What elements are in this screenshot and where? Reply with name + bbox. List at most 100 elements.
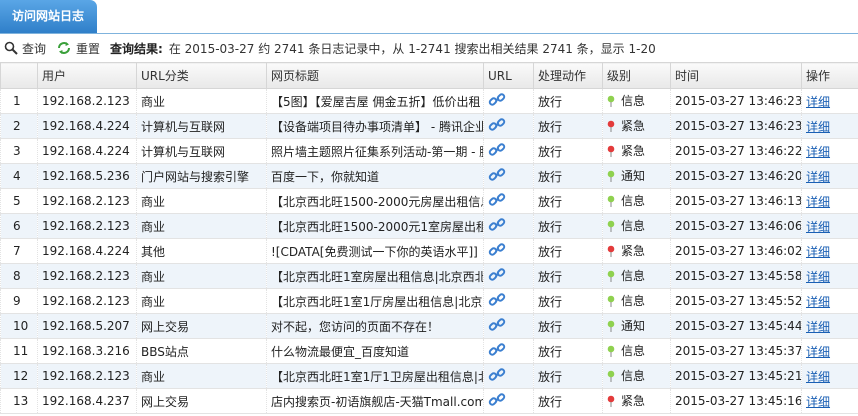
row-url	[483, 338, 534, 364]
detail-link[interactable]: 详细	[806, 145, 830, 159]
detail-link[interactable]: 详细	[806, 270, 830, 284]
row-url	[483, 163, 534, 189]
table-row: 12 192.168.2.123 商业 【北京西北旺1室1厅1卫房屋出租信息|北 放行 信…	[0, 363, 858, 389]
row-index: 4	[0, 163, 38, 189]
row-operation: 详细	[801, 163, 858, 189]
level-pin-icon	[607, 245, 615, 257]
link-icon[interactable]	[488, 242, 506, 261]
row-time: 2015-03-27 13:46:13	[670, 188, 802, 214]
level-pin-icon	[607, 220, 615, 232]
row-category: 商业	[136, 213, 267, 239]
row-action: 放行	[533, 313, 603, 339]
row-level: 信息	[602, 213, 671, 239]
col-header-level[interactable]: 级别	[602, 62, 671, 89]
row-operation: 详细	[801, 363, 858, 389]
level-pin-icon	[607, 145, 615, 157]
link-icon[interactable]	[488, 292, 506, 311]
row-index: 2	[0, 113, 38, 139]
detail-link[interactable]: 详细	[806, 245, 830, 259]
toolbar: 查询 重置 查询结果: 在 2015-03-27 约 2741 条日志记录中，从…	[0, 34, 858, 62]
row-user: 192.168.4.224	[37, 113, 137, 139]
row-action: 放行	[533, 338, 603, 364]
row-level: 紧急	[602, 113, 671, 139]
tab-bar: 访问网站日志	[0, 0, 858, 34]
table-row: 11 192.168.3.216 BBS站点 什么物流最便宜_百度知道 放行 信息 2015…	[0, 338, 858, 364]
row-url	[483, 288, 534, 314]
row-level: 紧急	[602, 238, 671, 264]
level-label: 信息	[621, 369, 646, 384]
detail-link[interactable]: 详细	[806, 320, 830, 334]
row-level: 信息	[602, 263, 671, 289]
row-user: 192.168.4.224	[37, 138, 137, 164]
table-row: 6 192.168.2.123 商业 【北京西北旺1500-2000元1室房屋出租信 放…	[0, 213, 858, 239]
row-user: 192.168.2.123	[37, 88, 137, 114]
link-icon[interactable]	[488, 267, 506, 286]
row-category: 计算机与互联网	[136, 113, 267, 139]
row-level: 紧急	[602, 138, 671, 164]
link-icon[interactable]	[488, 367, 506, 386]
row-category: 商业	[136, 288, 267, 314]
level-pin-icon	[607, 170, 615, 182]
table-row: 4 192.168.5.236 门户网站与搜索引擎 百度一下，你就知道 放行 通知 2015…	[0, 163, 858, 189]
row-title: 【北京西北旺1室1厅房屋出租信息|北京	[266, 288, 484, 314]
tab-visit-log[interactable]: 访问网站日志	[0, 0, 97, 33]
row-time: 2015-03-27 13:46:20	[670, 163, 802, 189]
col-header-action[interactable]: 处理动作	[533, 62, 603, 89]
row-category: 网上交易	[136, 388, 267, 414]
row-title: ![CDATA[免费测试一下你的英语水平]]	[266, 238, 484, 264]
row-index: 3	[0, 138, 38, 164]
row-user: 192.168.4.224	[37, 238, 137, 264]
level-label: 通知	[621, 319, 646, 334]
col-header-title[interactable]: 网页标题	[266, 62, 484, 89]
detail-link[interactable]: 详细	[806, 195, 830, 209]
col-header-time[interactable]: 时间	[670, 62, 802, 89]
query-button[interactable]: 查询	[4, 40, 46, 57]
reset-button-label: 重置	[76, 41, 101, 56]
row-index: 13	[0, 388, 38, 414]
detail-link[interactable]: 详细	[806, 220, 830, 234]
row-url	[483, 113, 534, 139]
link-icon[interactable]	[488, 342, 506, 361]
detail-link[interactable]: 详细	[806, 120, 830, 134]
level-label: 通知	[621, 169, 646, 184]
link-icon[interactable]	[488, 317, 506, 336]
row-url	[483, 363, 534, 389]
row-url	[483, 213, 534, 239]
row-url	[483, 238, 534, 264]
link-icon[interactable]	[488, 92, 506, 111]
row-action: 放行	[533, 88, 603, 114]
link-icon[interactable]	[488, 392, 506, 411]
query-button-label: 查询	[22, 41, 47, 56]
table-row: 3 192.168.4.224 计算机与互联网 照片墙主题照片征集系列活动-第一期 -…	[0, 138, 858, 164]
level-pin-icon	[607, 370, 615, 382]
reset-button[interactable]: 重置	[56, 40, 100, 57]
col-header-user[interactable]: 用户	[37, 62, 137, 89]
detail-link[interactable]: 详细	[806, 295, 830, 309]
detail-link[interactable]: 详细	[806, 395, 830, 409]
level-pin-icon	[607, 120, 615, 132]
level-label: 紧急	[621, 144, 646, 159]
detail-link[interactable]: 详细	[806, 95, 830, 109]
row-index: 9	[0, 288, 38, 314]
link-icon[interactable]	[488, 217, 506, 236]
row-user: 192.168.3.216	[37, 338, 137, 364]
row-time: 2015-03-27 13:46:23	[670, 88, 802, 114]
table-row: 9 192.168.2.123 商业 【北京西北旺1室1厅房屋出租信息|北京 放行 信息 2…	[0, 288, 858, 314]
detail-link[interactable]: 详细	[806, 170, 830, 184]
row-time: 2015-03-27 13:46:06	[670, 213, 802, 239]
row-title: 【北京西北旺1500-2000元房屋出租信息	[266, 188, 484, 214]
col-header-url[interactable]: URL	[483, 62, 534, 89]
link-icon[interactable]	[488, 167, 506, 186]
link-icon[interactable]	[488, 117, 506, 136]
row-title: 什么物流最便宜_百度知道	[266, 338, 484, 364]
row-action: 放行	[533, 388, 603, 414]
row-title: 【5图】【爱屋吉屋 佣金五折】低价出租	[266, 88, 484, 114]
row-time: 2015-03-27 13:46:02	[670, 238, 802, 264]
link-icon[interactable]	[488, 142, 506, 161]
detail-link[interactable]: 详细	[806, 345, 830, 359]
link-icon[interactable]	[488, 192, 506, 211]
detail-link[interactable]: 详细	[806, 370, 830, 384]
row-operation: 详细	[801, 113, 858, 139]
row-index: 7	[0, 238, 38, 264]
col-header-category[interactable]: URL分类	[136, 62, 267, 89]
